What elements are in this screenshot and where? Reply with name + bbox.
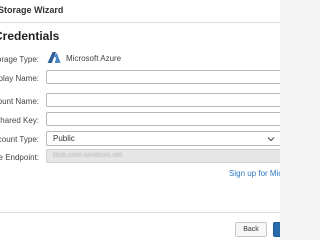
dialog-titlebar: Storage Wizard	[0, 0, 280, 23]
dialog-footer: Back	[0, 212, 280, 240]
service-endpoint-field: blob.core.windows.net	[46, 149, 280, 163]
service-endpoint-label: Service Endpoint:	[0, 153, 39, 162]
signup-link[interactable]: Sign up for Micros	[229, 169, 280, 178]
back-button-label: Back	[243, 226, 259, 233]
display-name-field[interactable]	[46, 70, 280, 84]
azure-logo-icon	[47, 52, 61, 63]
account-name-field[interactable]	[46, 93, 280, 107]
service-endpoint-value: blob.core.windows.net	[53, 152, 123, 159]
shared-key-field[interactable]	[46, 112, 280, 126]
storage-type-label: Storage Type:	[0, 55, 39, 64]
next-button[interactable]	[273, 222, 280, 237]
account-type-select[interactable]: Public	[46, 131, 280, 146]
storage-type-text: Microsoft Azure	[66, 54, 122, 63]
dialog-title: Storage Wizard	[0, 5, 64, 15]
account-type-label: Account Type:	[0, 135, 39, 144]
account-type-value: Public	[53, 134, 75, 143]
chevron-down-icon	[267, 137, 275, 142]
section-heading: Credentials	[0, 29, 60, 43]
back-button[interactable]: Back	[235, 222, 267, 237]
display-name-label: Display Name:	[0, 74, 39, 83]
account-name-label: Account Name:	[0, 97, 39, 106]
shared-key-label: Shared Key:	[0, 116, 39, 125]
storage-wizard-dialog: Storage Wizard Credentials Storage Type:…	[0, 0, 280, 240]
